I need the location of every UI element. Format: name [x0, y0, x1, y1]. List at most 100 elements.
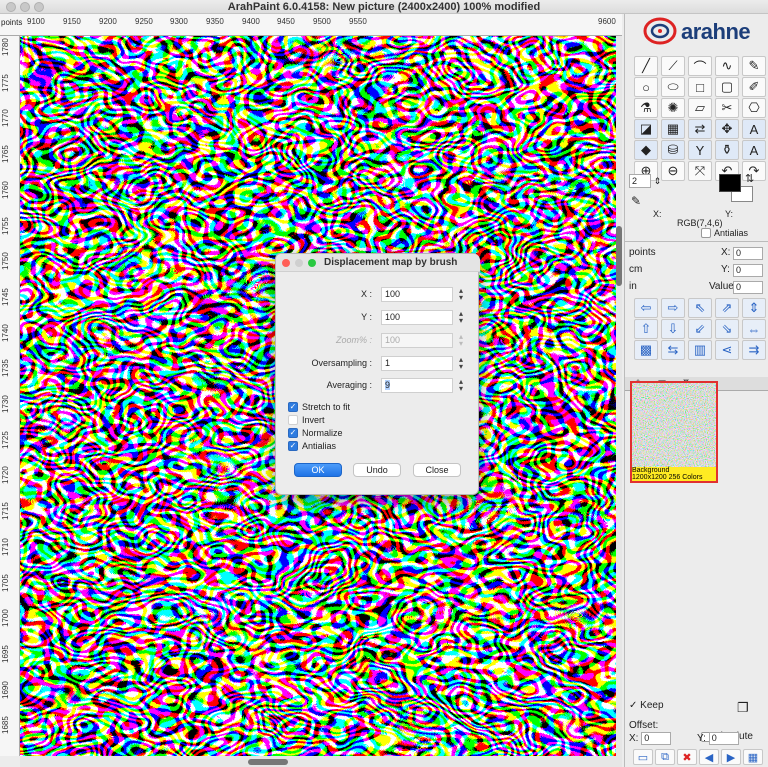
- eyedropper-icon[interactable]: ⚗: [634, 98, 658, 118]
- pencil-icon[interactable]: ✎: [742, 56, 766, 76]
- pencil-icon: ✎: [631, 194, 642, 208]
- spray-icon[interactable]: ✺: [661, 98, 685, 118]
- invert-option[interactable]: Invert: [288, 413, 325, 426]
- swap-colors-icon[interactable]: ⇅: [745, 172, 754, 185]
- eraser-icon[interactable]: ▱: [688, 98, 712, 118]
- right-arrow-icon[interactable]: ⇨: [661, 298, 685, 318]
- bezier-icon[interactable]: ∿: [715, 56, 739, 76]
- close-window-button[interactable]: [6, 2, 16, 12]
- stepper-icon[interactable]: ⇕: [654, 176, 662, 186]
- ok-button[interactable]: OK: [294, 463, 342, 477]
- shape-fill-icon[interactable]: ◆: [634, 140, 658, 160]
- bucket-icon[interactable]: ⛁: [661, 140, 685, 160]
- horizontal-scrollbar[interactable]: [20, 756, 622, 767]
- ellipse-icon[interactable]: ⬭: [661, 77, 685, 97]
- text-icon[interactable]: A: [742, 119, 766, 139]
- diag-down-right-icon[interactable]: ⇘: [715, 319, 739, 339]
- averaging-field-input[interactable]: 9: [381, 378, 453, 393]
- ruler-tick: 9200: [99, 17, 117, 26]
- text-bold-icon[interactable]: A: [742, 140, 766, 160]
- antialias-checkbox[interactable]: [701, 228, 711, 238]
- fill-icon[interactable]: ◪: [634, 119, 658, 139]
- vertical-scrollbar[interactable]: [616, 36, 622, 756]
- horizontal-scroll-thumb[interactable]: [248, 759, 288, 765]
- circle-icon[interactable]: ○: [634, 77, 658, 97]
- dialog-zoom-button[interactable]: [308, 259, 316, 267]
- offset-y-input[interactable]: 0: [708, 732, 739, 745]
- rgb-value: RGB(7,4,6): [677, 218, 723, 228]
- arc-icon[interactable]: ⌒: [688, 56, 712, 76]
- oversampling-field-input[interactable]: 1: [381, 356, 453, 371]
- share-icon[interactable]: ⋖: [715, 340, 739, 360]
- antialias-option[interactable]: Antialias: [701, 228, 748, 238]
- y-field-label: Y :: [361, 312, 372, 322]
- pattern-icon[interactable]: ▦: [661, 119, 685, 139]
- x-field-input[interactable]: 100: [381, 287, 453, 302]
- swap-icon[interactable]: ⇆: [661, 340, 685, 360]
- polyline-icon[interactable]: ⟋: [661, 56, 685, 76]
- zoom-window-button[interactable]: [34, 2, 44, 12]
- stretch-option[interactable]: ✓ Stretch to fit: [288, 400, 350, 413]
- foreground-color-swatch[interactable]: [719, 174, 741, 192]
- ruler-tick: 1755: [1, 216, 10, 235]
- dialog-minimize-button[interactable]: [295, 259, 303, 267]
- undo-button[interactable]: Undo: [353, 463, 401, 477]
- normalize-checkbox[interactable]: ✓: [288, 427, 298, 438]
- unit-x-input[interactable]: 0: [733, 247, 763, 260]
- move-icon[interactable]: ✥: [715, 119, 739, 139]
- averaging-stepper[interactable]: ▴ ▾: [456, 378, 466, 393]
- keep-option[interactable]: ✓ Keep: [629, 700, 664, 711]
- flip-icon[interactable]: ⇔: [742, 319, 766, 339]
- normalize-option[interactable]: ✓ Normalize: [288, 426, 343, 439]
- copy-icon[interactable]: ❐: [737, 700, 749, 716]
- title-bar: ArahPaint 6.0.4158: New picture (2400x24…: [0, 0, 768, 14]
- layer-name: Background: [632, 467, 670, 474]
- delete-layer-icon[interactable]: ✖: [677, 749, 697, 765]
- double-arrow-icon[interactable]: ⇉: [742, 340, 766, 360]
- y-stepper[interactable]: ▴ ▾: [456, 310, 466, 325]
- x-stepper[interactable]: ▴ ▾: [456, 287, 466, 302]
- diag-up-right-icon[interactable]: ⇗: [715, 298, 739, 318]
- antialias-dialog-checkbox[interactable]: ✓: [288, 440, 298, 451]
- merge-layer-icon[interactable]: ⧉: [655, 749, 675, 765]
- brush-icon[interactable]: ✐: [742, 77, 766, 97]
- normalize-label: Normalize: [302, 427, 343, 438]
- offset-x-input[interactable]: 0: [641, 732, 672, 745]
- prev-layer-icon[interactable]: ◀: [699, 749, 719, 765]
- close-button[interactable]: Close: [413, 463, 461, 477]
- next-layer-icon[interactable]: ▶: [721, 749, 741, 765]
- line-icon[interactable]: ╱: [634, 56, 658, 76]
- ruler-tick: 1770: [1, 109, 10, 128]
- y-icon[interactable]: Y: [688, 140, 712, 160]
- new-layer-icon[interactable]: ▭: [633, 749, 653, 765]
- left-arrow-icon[interactable]: ⇦: [634, 298, 658, 318]
- brush-size-input[interactable]: 2: [629, 174, 651, 188]
- vertical-split-icon[interactable]: ⇕: [742, 298, 766, 318]
- x-field-label: X :: [360, 289, 372, 299]
- layer-thumbnail[interactable]: Background 1200x1200 256 Colors: [630, 381, 718, 483]
- rectangle-icon[interactable]: □: [688, 77, 712, 97]
- unit-y-input[interactable]: 0: [733, 264, 763, 277]
- flask-icon[interactable]: ⚱: [715, 140, 739, 160]
- up-arrow-icon[interactable]: ⇧: [634, 319, 658, 339]
- checker-icon[interactable]: ▩: [634, 340, 658, 360]
- offset-y-label: Y:: [697, 733, 706, 744]
- unit-value-input[interactable]: 0: [733, 281, 763, 294]
- scissors-icon[interactable]: ✂: [715, 98, 739, 118]
- diag-down-left-icon[interactable]: ⇙: [688, 319, 712, 339]
- antialias-dialog-option[interactable]: ✓ Antialias: [288, 439, 336, 452]
- grid-layer-icon[interactable]: ▦: [743, 749, 763, 765]
- gradient-icon[interactable]: ▥: [688, 340, 712, 360]
- y-field-input[interactable]: 100: [381, 310, 453, 325]
- down-arrow-icon[interactable]: ⇩: [661, 319, 685, 339]
- invert-checkbox[interactable]: [288, 414, 298, 425]
- minimize-window-button[interactable]: [20, 2, 30, 12]
- replace-icon[interactable]: ⇄: [688, 119, 712, 139]
- diag-up-left-icon[interactable]: ⇖: [688, 298, 712, 318]
- oversampling-stepper[interactable]: ▴ ▾: [456, 356, 466, 371]
- rectangle-select-icon[interactable]: ▢: [715, 77, 739, 97]
- dialog-close-button[interactable]: [282, 259, 290, 267]
- stamp-icon[interactable]: ⎔: [742, 98, 766, 118]
- vertical-scroll-thumb[interactable]: [616, 226, 622, 286]
- stretch-checkbox[interactable]: ✓: [288, 401, 298, 412]
